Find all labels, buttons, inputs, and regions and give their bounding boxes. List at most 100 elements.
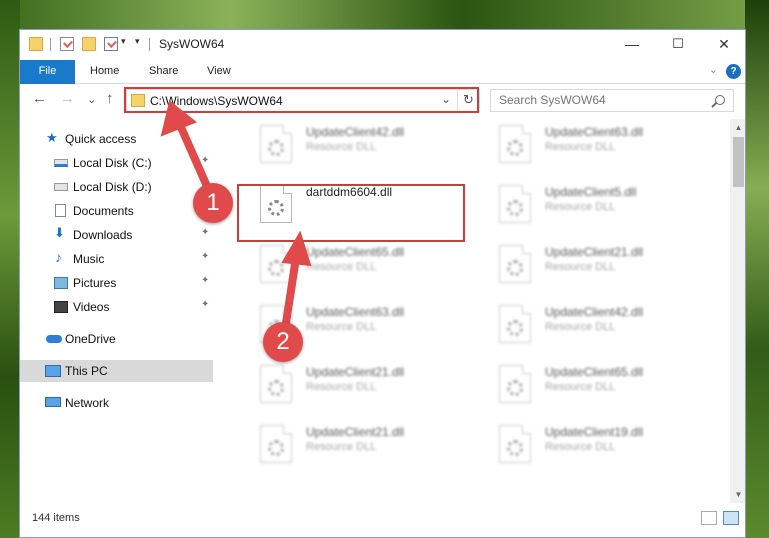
file-item[interactable]: UpdateClient42.dll Resource DLL	[258, 119, 486, 171]
file-item[interactable]: UpdateClient65.dll Resource DLL	[258, 239, 486, 291]
videos-icon	[54, 301, 68, 313]
file-item[interactable]: UpdateClient63.dll Resource DLL	[497, 119, 725, 171]
back-button[interactable]: ←	[32, 90, 47, 107]
sidebar-item-local-disk-c[interactable]: Local Disk (C:) ✦	[20, 152, 213, 174]
sidebar-item-downloads[interactable]: ⬇ Downloads ✦	[20, 224, 213, 246]
file-type: Resource DLL	[306, 321, 377, 333]
gear-icon	[268, 440, 284, 456]
file-item[interactable]: UpdateClient5.dll Resource DLL	[497, 179, 725, 231]
file-type: Resource DLL	[545, 321, 616, 333]
sidebar-item-quick-access[interactable]: ★ Quick access	[20, 128, 213, 150]
file-name: UpdateClient21.dll	[306, 425, 405, 439]
file-item[interactable]: UpdateClient19.dll Resource DLL	[497, 419, 725, 471]
dll-file-icon	[499, 305, 531, 343]
file-item[interactable]: UpdateClient21.dll Resource DLL	[258, 419, 486, 471]
gear-icon	[507, 320, 523, 336]
maximize-button[interactable]: ☐	[655, 30, 701, 60]
scrollbar-thumb[interactable]	[733, 137, 744, 187]
gear-icon	[507, 140, 523, 156]
search-box[interactable]	[490, 89, 734, 112]
toolbar-separator	[149, 38, 150, 51]
scroll-up-icon[interactable]: ▲	[730, 119, 745, 136]
gear-icon	[507, 380, 523, 396]
tab-home[interactable]: Home	[76, 60, 133, 84]
gear-icon	[507, 200, 523, 216]
sidebar-item-music[interactable]: ♪ Music ✦	[20, 248, 213, 270]
qat-dropdown-icon[interactable]: ▾	[121, 36, 126, 47]
file-highlight	[237, 184, 465, 242]
file-type: Resource DLL	[306, 441, 377, 453]
sidebar-item-videos[interactable]: Videos ✦	[20, 296, 213, 318]
sidebar-item-label: Local Disk (D:)	[73, 180, 152, 194]
sidebar-item-label: Local Disk (C:)	[73, 156, 152, 170]
sidebar-item-label: Pictures	[73, 276, 117, 290]
file-name: UpdateClient5.dll	[545, 185, 637, 199]
navigation-pane: ★ Quick access Local Disk (C:) ✦ Local D…	[20, 126, 213, 506]
pc-icon	[45, 365, 61, 377]
large-icons-view-icon[interactable]	[723, 511, 739, 525]
onedrive-icon	[46, 335, 62, 343]
gear-icon	[268, 380, 284, 396]
file-item[interactable]: UpdateClient21.dll Resource DLL	[497, 239, 725, 291]
file-name: UpdateClient42.dll	[306, 125, 405, 139]
gear-icon	[507, 440, 523, 456]
qat-customize-icon[interactable]: ▾	[135, 36, 140, 47]
star-icon: ★	[46, 130, 58, 145]
folder-icon	[29, 37, 43, 51]
properties-icon[interactable]	[60, 37, 74, 51]
search-icon[interactable]	[715, 95, 725, 105]
pin-icon: ✦	[201, 227, 210, 238]
file-item[interactable]: UpdateClient21.dll Resource DLL	[258, 359, 486, 411]
ribbon-collapse-icon[interactable]: ⌄	[709, 63, 718, 76]
tab-view[interactable]: View	[193, 60, 245, 84]
tab-share[interactable]: Share	[135, 60, 192, 84]
pin-icon: ✦	[201, 299, 210, 310]
search-input[interactable]	[499, 93, 699, 107]
sidebar-item-label: This PC	[65, 364, 108, 378]
document-icon	[55, 204, 66, 217]
customize-icon[interactable]	[104, 37, 118, 51]
music-icon: ♪	[55, 249, 62, 265]
tab-file[interactable]: File	[20, 60, 75, 84]
sidebar-item-documents[interactable]: Documents ✦	[20, 200, 213, 222]
status-bar: 144 items	[20, 503, 745, 537]
dll-file-icon	[499, 245, 531, 283]
close-button[interactable]: ✕	[701, 30, 745, 60]
sidebar-item-label: Downloads	[73, 228, 133, 242]
dll-file-icon	[260, 365, 292, 403]
scroll-down-icon[interactable]: ▼	[730, 486, 745, 503]
forward-button[interactable]: →	[60, 90, 75, 107]
details-view-icon[interactable]	[701, 511, 717, 525]
vertical-scrollbar[interactable]: ▲ ▼	[730, 119, 745, 503]
up-button[interactable]: ↑	[106, 90, 114, 107]
file-name: UpdateClient21.dll	[306, 365, 405, 379]
sidebar-item-onedrive[interactable]: OneDrive	[20, 328, 213, 350]
drive-icon	[54, 159, 68, 167]
sidebar-item-label: Documents	[73, 204, 134, 218]
dll-file-icon	[499, 125, 531, 163]
download-icon: ⬇	[54, 225, 65, 240]
sidebar-item-pictures[interactable]: Pictures ✦	[20, 272, 213, 294]
file-type: Resource DLL	[545, 381, 616, 393]
window-title: SysWOW64	[159, 37, 225, 51]
dll-file-icon	[499, 365, 531, 403]
minimize-button[interactable]: —	[609, 30, 655, 60]
toolbar-separator	[50, 38, 51, 51]
help-icon[interactable]: ?	[726, 64, 741, 79]
step-2-badge: 2	[263, 322, 303, 362]
file-item[interactable]: UpdateClient42.dll Resource DLL	[497, 299, 725, 351]
sidebar-item-this-pc[interactable]: This PC	[20, 360, 213, 382]
file-name: UpdateClient19.dll	[545, 425, 644, 439]
dll-file-icon	[260, 245, 292, 283]
file-type: Resource DLL	[306, 381, 377, 393]
dll-file-icon	[260, 125, 292, 163]
sidebar-item-local-disk-d[interactable]: Local Disk (D:) ✦	[20, 176, 213, 198]
file-item[interactable]: UpdateClient65.dll Resource DLL	[497, 359, 725, 411]
address-bar-highlight	[124, 87, 479, 113]
recent-locations-button[interactable]: ⌄	[87, 93, 96, 106]
pin-icon: ✦	[201, 155, 210, 166]
sidebar-item-network[interactable]: Network	[20, 392, 213, 414]
new-folder-icon[interactable]	[82, 37, 96, 51]
file-name: UpdateClient65.dll	[545, 365, 644, 379]
sidebar-item-label: Music	[73, 252, 105, 266]
